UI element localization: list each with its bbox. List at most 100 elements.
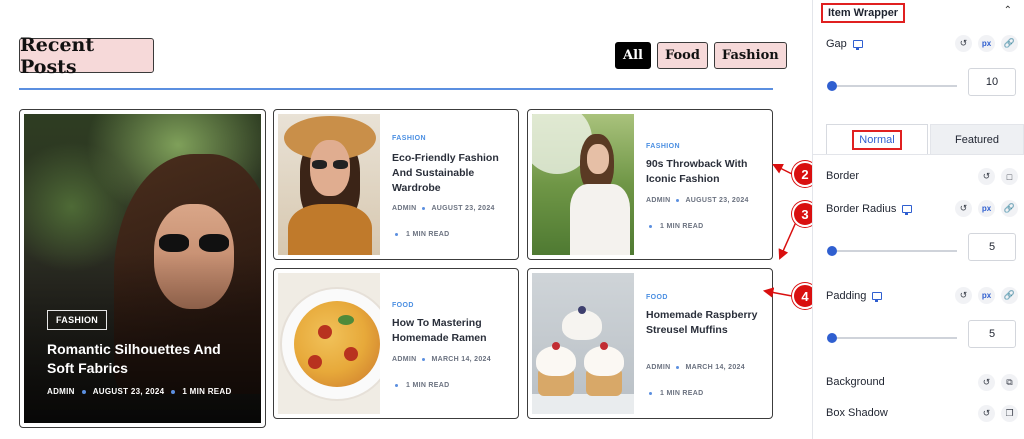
settings-panel: Item Wrapper ⌃ Gap ↺ px 🔗 Normal Feature… [812, 0, 1024, 439]
post-read-time-row: 1 MIN READ [392, 382, 449, 389]
border-radius-slider-knob[interactable] [827, 246, 837, 256]
item-wrapper-section-title[interactable]: Item Wrapper [821, 3, 906, 23]
link-icon[interactable]: 🔗 [1001, 287, 1018, 304]
post-thumbnail [278, 114, 380, 255]
background-label: Background [826, 376, 885, 388]
padding-unit-button[interactable]: px [978, 287, 995, 304]
separator-dot [422, 207, 426, 210]
border-radius-label: Border Radius [826, 203, 897, 215]
featured-post-read-time: 1 MIN READ [182, 387, 232, 396]
post-author: ADMIN [646, 364, 671, 371]
reset-icon[interactable]: ↺ [955, 287, 972, 304]
border-label: Border [826, 170, 860, 182]
reset-icon[interactable]: ↺ [978, 168, 995, 185]
post-date: MARCH 14, 2024 [685, 364, 745, 371]
tab-featured[interactable]: Featured [930, 124, 1024, 155]
link-icon[interactable]: 🔗 [1001, 35, 1018, 52]
filter-food-button[interactable]: Food [656, 42, 708, 69]
monitor-icon[interactable] [872, 292, 883, 302]
posts-preview: Recent Posts All Food Fashion FASHION Ro… [0, 0, 812, 439]
reset-icon[interactable]: ↺ [978, 374, 995, 391]
gap-value-input[interactable] [968, 68, 1016, 96]
post-meta: ADMIN MARCH 14, 2024 [646, 364, 745, 371]
featured-post-category[interactable]: FASHION [47, 310, 108, 330]
border-style-icon[interactable]: □ [1001, 168, 1018, 185]
monitor-icon[interactable] [902, 205, 913, 215]
chevron-up-icon[interactable]: ⌃ [1004, 5, 1012, 16]
featured-post-meta: ADMIN AUGUST 23, 2024 1 MIN READ [47, 387, 232, 396]
gap-unit-button[interactable]: px [978, 35, 995, 52]
post-category[interactable]: FASHION [646, 143, 680, 150]
post-card[interactable]: FASHION Eco-Friendly Fashion And Sustain… [273, 109, 519, 260]
tabs-divider [813, 154, 1024, 155]
post-read-time-row: 1 MIN READ [392, 231, 449, 238]
featured-post-card[interactable]: FASHION Romantic Silhouettes And Soft Fa… [19, 109, 266, 428]
post-title[interactable]: How To Mastering Homemade Ramen [392, 316, 516, 346]
separator-dot [422, 358, 426, 361]
filter-fashion-button[interactable]: Fashion [713, 42, 787, 69]
separator-dot [649, 225, 652, 228]
post-author: ADMIN [392, 205, 417, 212]
post-read-time: 1 MIN READ [660, 223, 704, 230]
separator-dot [171, 389, 176, 394]
padding-value-input[interactable] [968, 320, 1016, 348]
post-date: MARCH 14, 2024 [431, 356, 491, 363]
post-meta: ADMIN AUGUST 23, 2024 [392, 205, 495, 212]
post-thumbnail [278, 273, 380, 414]
post-author: ADMIN [646, 197, 671, 204]
post-meta: ADMIN AUGUST 23, 2024 [646, 197, 749, 204]
featured-post-image: FASHION Romantic Silhouettes And Soft Fa… [24, 114, 261, 423]
link-icon[interactable]: 🔗 [1001, 200, 1018, 217]
post-title[interactable]: Homemade Raspberry Streusel Muffins [646, 308, 770, 338]
reset-icon[interactable]: ↺ [955, 35, 972, 52]
category-filters: All Food Fashion [615, 42, 787, 69]
post-thumbnail [532, 273, 634, 414]
featured-post-author: ADMIN [47, 387, 75, 396]
post-read-time-row: 1 MIN READ [646, 390, 703, 397]
post-date: AUGUST 23, 2024 [685, 197, 749, 204]
filter-all-button[interactable]: All [615, 42, 651, 69]
padding-slider[interactable] [827, 333, 957, 343]
section-title: Recent Posts [19, 34, 154, 78]
featured-post-date: AUGUST 23, 2024 [92, 387, 165, 396]
monitor-icon[interactable] [852, 40, 863, 50]
tab-normal-label: Normal [852, 130, 902, 150]
post-read-time: 1 MIN READ [660, 390, 704, 397]
shadow-icon[interactable]: ❐ [1001, 405, 1018, 422]
border-radius-slider[interactable] [827, 246, 957, 256]
post-card[interactable]: FOOD Homemade Raspberry Streusel Muffins… [527, 268, 773, 419]
post-card[interactable]: FASHION 90s Throwback With Iconic Fashio… [527, 109, 773, 260]
title-divider [19, 88, 773, 90]
post-read-time: 1 MIN READ [406, 231, 450, 238]
separator-dot [676, 366, 680, 369]
post-read-time-row: 1 MIN READ [646, 223, 703, 230]
box-shadow-label: Box Shadow [826, 407, 888, 419]
post-title[interactable]: 90s Throwback With Iconic Fashion [646, 157, 770, 187]
separator-dot [676, 199, 680, 202]
padding-label: Padding [826, 290, 867, 302]
tab-normal[interactable]: Normal [826, 124, 928, 155]
post-read-time: 1 MIN READ [406, 382, 450, 389]
post-meta: ADMIN MARCH 14, 2024 [392, 356, 491, 363]
reset-icon[interactable]: ↺ [978, 405, 995, 422]
post-category[interactable]: FOOD [646, 294, 668, 301]
post-category[interactable]: FASHION [392, 135, 426, 142]
post-title[interactable]: Eco-Friendly Fashion And Sustainable War… [392, 151, 516, 196]
separator-dot [81, 389, 86, 394]
state-tabs: Normal Featured [826, 124, 1024, 155]
featured-post-title[interactable]: Romantic Silhouettes And Soft Fabrics [47, 340, 247, 378]
reset-icon[interactable]: ↺ [955, 200, 972, 217]
gap-label-row: Gap [826, 38, 863, 50]
border-radius-unit-button[interactable]: px [978, 200, 995, 217]
post-date: AUGUST 23, 2024 [431, 205, 495, 212]
gap-slider-knob[interactable] [827, 81, 837, 91]
post-card[interactable]: FOOD How To Mastering Homemade Ramen ADM… [273, 268, 519, 419]
border-radius-label-row: Border Radius [826, 203, 913, 215]
post-category[interactable]: FOOD [392, 302, 414, 309]
post-author: ADMIN [392, 356, 417, 363]
border-radius-value-input[interactable] [968, 233, 1016, 261]
gap-slider[interactable] [827, 81, 957, 91]
duplicate-icon[interactable]: ⧉ [1001, 374, 1018, 391]
padding-slider-knob[interactable] [827, 333, 837, 343]
post-thumbnail [532, 114, 634, 255]
